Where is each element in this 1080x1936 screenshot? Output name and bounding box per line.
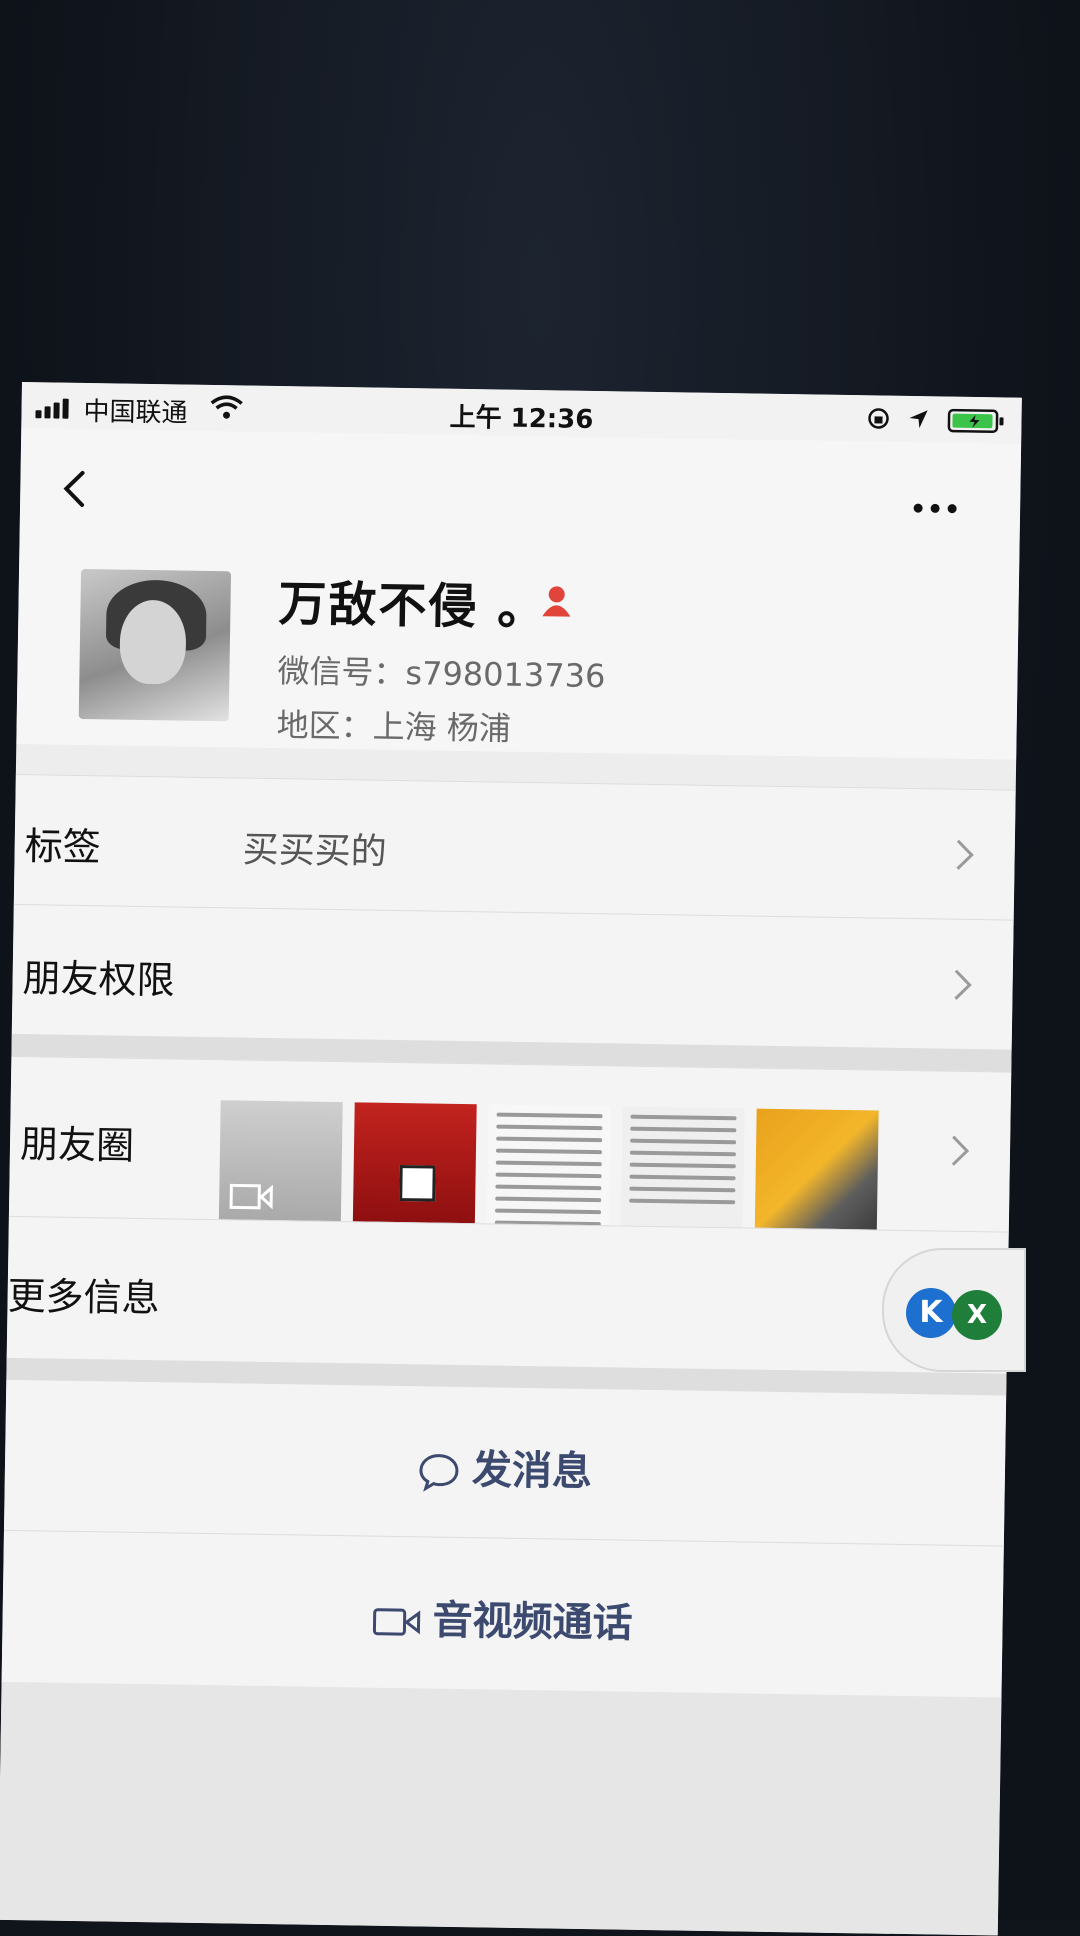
nickname: 万敌不侵 。 — [278, 576, 548, 637]
video-call-label: 音视频通话 — [432, 1597, 633, 1647]
moment-thumbnail — [486, 1104, 611, 1227]
moment-thumbnail — [352, 1102, 477, 1225]
profile-header: 万敌不侵 。 微信号：s798013736 地区：上海 杨浦 — [16, 427, 1022, 760]
chevron-icon — [956, 839, 974, 870]
back-icon[interactable] — [56, 469, 93, 510]
phone-screen: 中国联通 上午 12:36 万敌不侵 。 微信号：s798013736 地区：上… — [0, 382, 1022, 1936]
location-icon — [909, 410, 928, 429]
tags-label: 标签 — [24, 824, 102, 870]
lock-icon — [868, 408, 889, 429]
send-message-button[interactable]: 发消息 — [3, 1379, 1007, 1546]
friend-permissions-row[interactable]: 朋友权限 — [11, 903, 1014, 1051]
bottom-area — [0, 1681, 1002, 1936]
moment-thumbnail — [754, 1108, 879, 1231]
more-info-row[interactable]: 更多信息 — [6, 1215, 1009, 1375]
send-message-label: 发消息 — [471, 1447, 593, 1496]
moment-thumbnail — [620, 1106, 745, 1229]
chevron-icon — [951, 1135, 970, 1166]
video-camera-icon — [229, 1183, 273, 1210]
tags-row[interactable]: 标签 买买买的 — [13, 773, 1016, 921]
x-app-icon[interactable]: X — [952, 1290, 1002, 1340]
moments-label: 朋友圈 — [19, 1122, 135, 1168]
gender-icon — [542, 586, 571, 617]
more-info-label: 更多信息 — [7, 1273, 160, 1321]
more-icon[interactable] — [912, 502, 958, 515]
chevron-icon — [954, 969, 972, 1000]
wechat-id: 微信号：s798013736 — [277, 652, 606, 696]
friend-permissions-label: 朋友权限 — [22, 956, 175, 1003]
tags-value: 买买买的 — [242, 829, 387, 873]
video-call-button[interactable]: 音视频通话 — [1, 1529, 1004, 1699]
region: 地区：上海 杨浦 — [276, 706, 512, 748]
battery-icon — [947, 408, 1004, 434]
video-camera-icon — [372, 1608, 421, 1636]
avatar[interactable] — [78, 568, 232, 722]
moments-row[interactable]: 朋友圈 — [8, 1055, 1012, 1233]
chat-bubble-icon — [419, 1454, 459, 1492]
k-app-icon[interactable]: K — [906, 1288, 956, 1338]
moment-thumbnail — [218, 1100, 343, 1223]
